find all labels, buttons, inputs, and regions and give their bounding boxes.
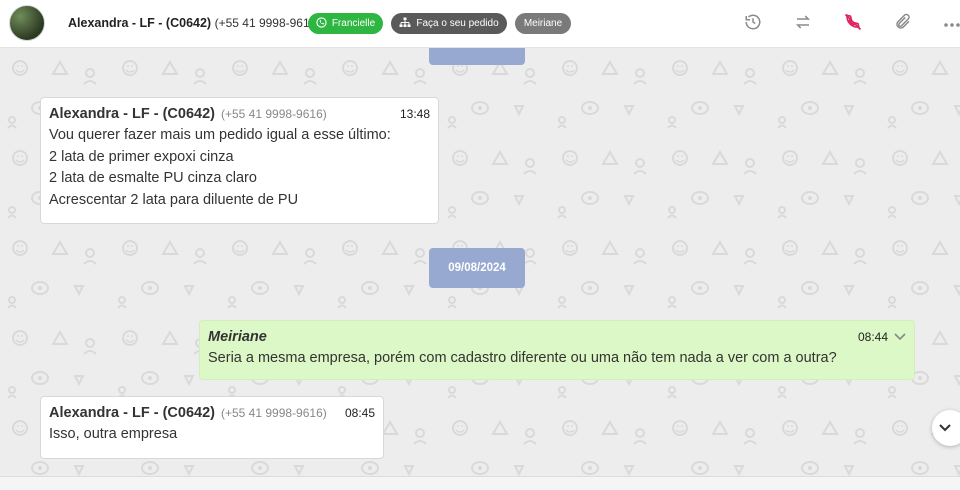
agent-tag[interactable]: Francielle	[308, 13, 383, 34]
scroll-to-bottom-button[interactable]	[932, 410, 960, 446]
message-line: Vou querer fazer mais um pedido igual a …	[49, 127, 391, 143]
sitemap-icon	[399, 17, 411, 31]
order-tag[interactable]: Faça o seu pedido	[391, 13, 507, 34]
message-time: 13:48	[399, 107, 430, 121]
message-input-bar[interactable]	[0, 476, 960, 490]
history-icon	[744, 13, 762, 36]
attach-button[interactable]	[891, 12, 915, 36]
chat-header: Alexandra - LF - (C0642) (+55 41 9998-96…	[0, 0, 960, 48]
message-text: Seria a mesma empresa, porém com cadastr…	[208, 350, 837, 366]
message-time: 08:44	[857, 330, 888, 344]
message-text: Vou querer fazer mais um pedido igual a …	[49, 125, 430, 211]
message-sender: Alexandra - LF - (C0642)	[49, 405, 215, 421]
contact-phone: (+55 41 9998-9616)	[214, 16, 321, 30]
contact-title[interactable]: Alexandra - LF - (C0642) (+55 41 9998-96…	[68, 16, 320, 30]
transfer-icon	[794, 13, 812, 36]
history-button[interactable]	[741, 12, 765, 36]
message-sender-phone: (+55 41 9998-9616)	[221, 107, 327, 121]
incoming-message[interactable]: Alexandra - LF - (C0642) (+55 41 9998-96…	[40, 97, 439, 224]
chat-messages-area[interactable]: Alexandra - LF - (C0642) (+55 41 9998-96…	[0, 48, 960, 476]
agent-tag-label: Francielle	[331, 18, 376, 29]
date-separator: 09/08/2024	[429, 248, 525, 288]
message-text: Isso, outra empresa	[49, 426, 178, 442]
end-call-icon	[843, 12, 863, 37]
message-sender: Alexandra - LF - (C0642)	[49, 106, 215, 122]
message-line: 2 lata de primer expoxi cinza	[49, 148, 234, 165]
user-tag-label: Meiriane	[523, 18, 563, 29]
previous-date-chip	[429, 48, 525, 65]
user-tag[interactable]: Meiriane	[515, 13, 571, 34]
contact-avatar[interactable]	[9, 5, 45, 41]
outgoing-message[interactable]: Meiriane 08:44 Seria a mesma empresa, po…	[199, 320, 915, 380]
more-icon	[944, 15, 960, 33]
end-call-button[interactable]	[841, 12, 865, 36]
order-tag-label: Faça o seu pedido	[416, 18, 499, 29]
message-sender-phone: (+55 41 9998-9616)	[221, 406, 327, 420]
chevron-down-icon	[939, 419, 951, 437]
date-separator-label: 09/08/2024	[448, 262, 506, 274]
transfer-button[interactable]	[791, 12, 815, 36]
whatsapp-icon	[316, 16, 327, 31]
contact-name: Alexandra - LF - (C0642)	[68, 16, 212, 30]
more-options-button[interactable]	[940, 12, 960, 36]
message-sender: Meiriane	[208, 329, 267, 345]
message-line: Acrescentar 2 lata para diluente de PU	[49, 191, 299, 208]
paperclip-icon	[894, 13, 912, 36]
message-options-chevron-icon[interactable]	[894, 333, 906, 341]
incoming-message[interactable]: Alexandra - LF - (C0642) (+55 41 9998-96…	[40, 396, 384, 459]
message-time: 08:45	[344, 406, 375, 420]
message-line: 2 lata de esmalte PU cinza claro	[49, 170, 257, 186]
